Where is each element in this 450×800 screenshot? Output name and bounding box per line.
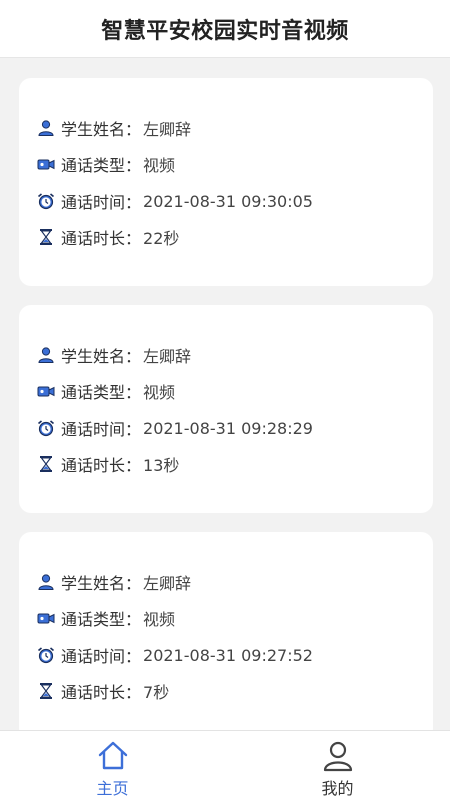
call-duration-value: 22秒 <box>143 229 180 248</box>
tab-mine-label: 我的 <box>321 779 354 798</box>
alarm-clock-icon <box>37 419 55 437</box>
person-icon <box>37 346 55 364</box>
student-name-label: 学生姓名： <box>61 120 142 139</box>
call-time-label: 通话时间： <box>61 647 142 666</box>
call-duration-row: 通话时长： 22秒 <box>37 225 179 249</box>
user-icon <box>321 739 355 773</box>
tab-mine[interactable]: 我的 <box>225 731 450 800</box>
call-duration-label: 通话时长： <box>61 683 142 702</box>
call-time-row: 通话时间： 2021-08-31 09:30:05 <box>37 189 313 213</box>
call-duration-value: 13秒 <box>143 456 180 475</box>
video-camera-icon <box>37 382 55 400</box>
call-record-card[interactable]: 学生姓名： 左卿辞 通话类型： 视频 通话时间： 2021-08-31 09:2… <box>19 305 433 513</box>
student-name-row: 学生姓名： 左卿辞 <box>37 116 191 140</box>
student-name-value: 左卿辞 <box>143 574 192 593</box>
student-name-label: 学生姓名： <box>61 574 142 593</box>
call-record-list[interactable]: 学生姓名： 左卿辞 通话类型： 视频 通话时间： 2021-08-31 09:3… <box>0 58 450 730</box>
call-time-label: 通话时间： <box>61 420 142 439</box>
call-duration-row: 通话时长： 13秒 <box>37 452 179 476</box>
call-time-value: 2021-08-31 09:28:29 <box>143 418 313 438</box>
call-type-value: 视频 <box>143 156 176 175</box>
hourglass-icon <box>37 455 55 473</box>
alarm-clock-icon <box>37 192 55 210</box>
call-type-label: 通话类型： <box>61 156 142 175</box>
student-name-value: 左卿辞 <box>143 120 192 139</box>
call-time-value: 2021-08-31 09:27:52 <box>143 645 313 665</box>
student-name-row: 学生姓名： 左卿辞 <box>37 570 191 594</box>
call-duration-value: 7秒 <box>143 683 170 702</box>
student-name-label: 学生姓名： <box>61 347 142 366</box>
call-record-card[interactable]: 学生姓名： 左卿辞 通话类型： 视频 通话时间： 2021-08-31 09:2… <box>19 532 433 730</box>
hourglass-icon <box>37 682 55 700</box>
call-type-value: 视频 <box>143 610 176 629</box>
call-time-row: 通话时间： 2021-08-31 09:27:52 <box>37 643 313 667</box>
call-type-label: 通话类型： <box>61 383 142 402</box>
hourglass-icon <box>37 228 55 246</box>
call-time-label: 通话时间： <box>61 193 142 212</box>
call-duration-label: 通话时长： <box>61 229 142 248</box>
person-icon <box>37 573 55 591</box>
call-record-card[interactable]: 学生姓名： 左卿辞 通话类型： 视频 通话时间： 2021-08-31 09:3… <box>19 78 433 286</box>
bottom-tab-bar: 主页 我的 <box>0 730 450 800</box>
call-type-value: 视频 <box>143 383 176 402</box>
student-name-row: 学生姓名： 左卿辞 <box>37 343 191 367</box>
app-header: 智慧平安校园实时音视频 <box>0 0 450 58</box>
video-camera-icon <box>37 155 55 173</box>
call-type-label: 通话类型： <box>61 610 142 629</box>
tab-home-label: 主页 <box>96 779 129 798</box>
call-time-value: 2021-08-31 09:30:05 <box>143 191 313 211</box>
alarm-clock-icon <box>37 646 55 664</box>
home-icon <box>96 739 130 773</box>
call-duration-row: 通话时长： 7秒 <box>37 679 169 703</box>
student-name-value: 左卿辞 <box>143 347 192 366</box>
call-type-row: 通话类型： 视频 <box>37 606 175 630</box>
call-time-row: 通话时间： 2021-08-31 09:28:29 <box>37 416 313 440</box>
video-camera-icon <box>37 609 55 627</box>
person-icon <box>37 119 55 137</box>
call-duration-label: 通话时长： <box>61 456 142 475</box>
call-type-row: 通话类型： 视频 <box>37 152 175 176</box>
page-title: 智慧平安校园实时音视频 <box>101 18 349 44</box>
tab-home[interactable]: 主页 <box>0 731 225 800</box>
call-type-row: 通话类型： 视频 <box>37 379 175 403</box>
